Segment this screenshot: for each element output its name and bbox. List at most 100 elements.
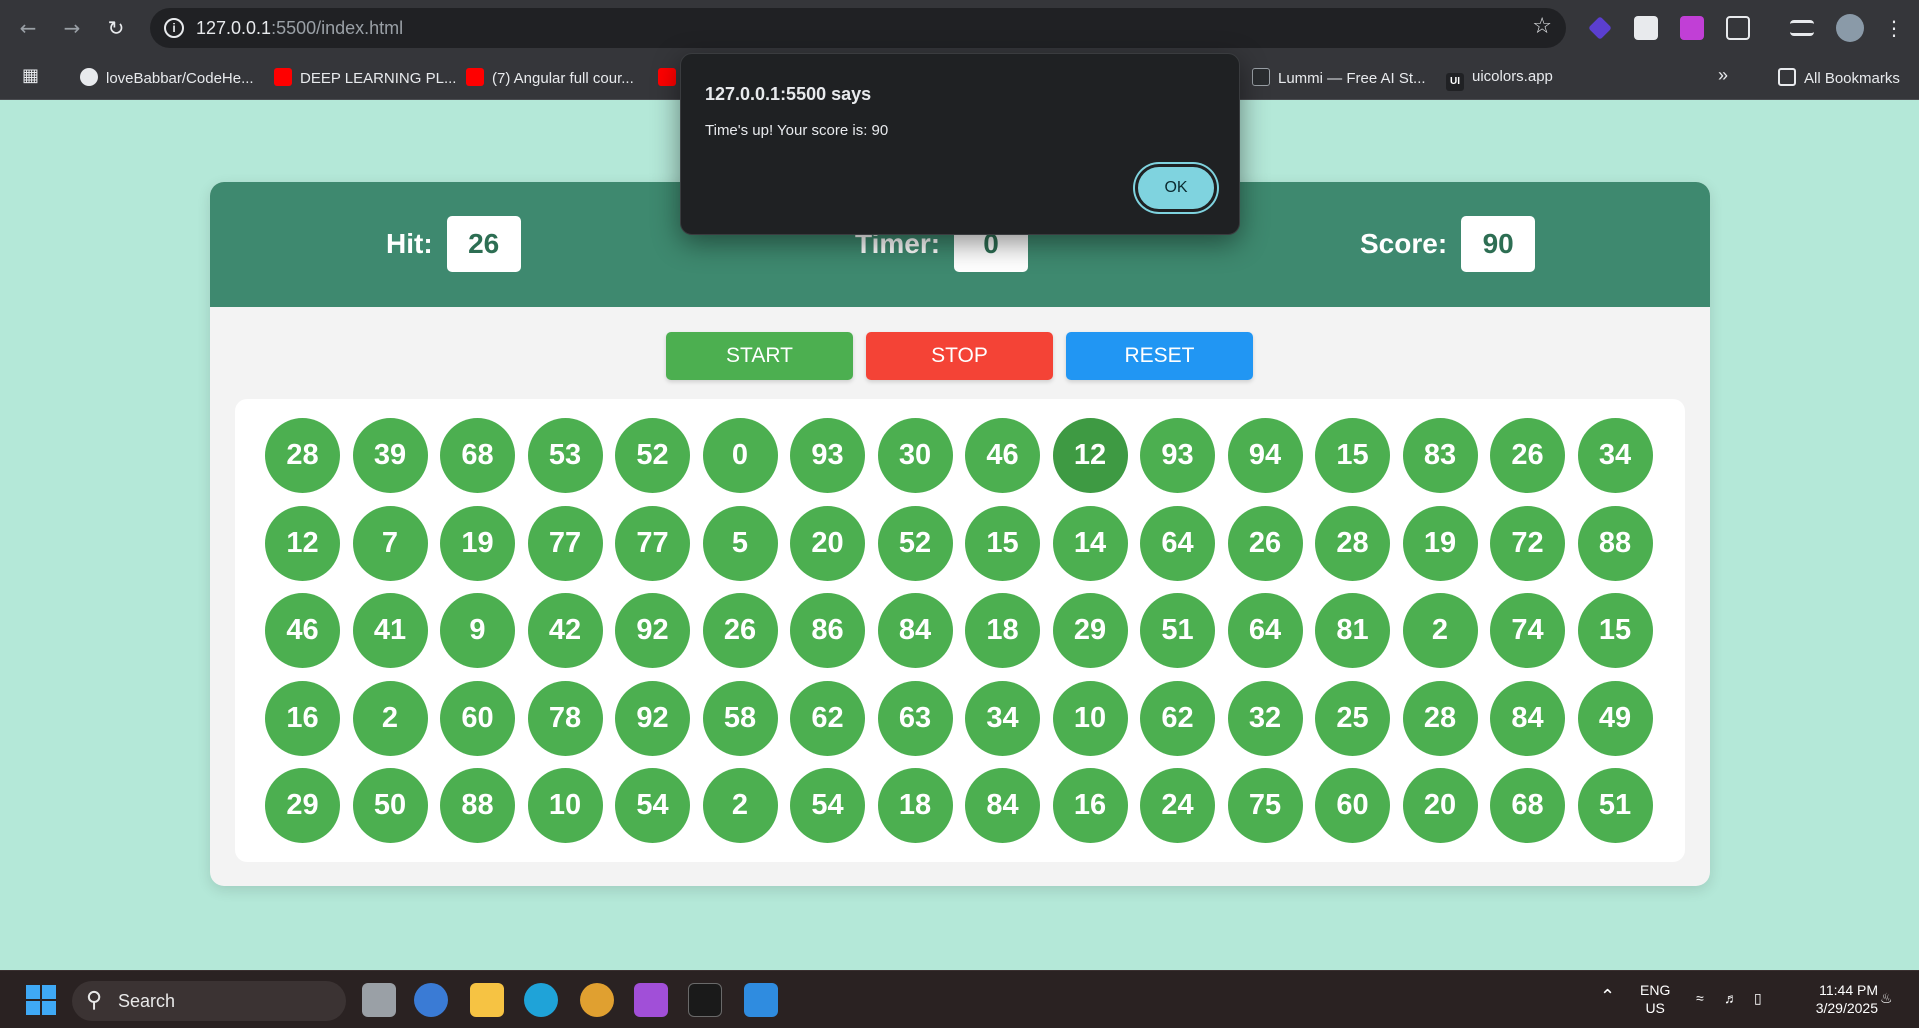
more-bookmarks-icon[interactable]: » (1718, 65, 1728, 86)
address-bar[interactable]: i 127.0.0.1:5500/index.html ☆ (150, 8, 1566, 48)
number-bubble[interactable]: 74 (1490, 593, 1565, 668)
windows-start-icon[interactable] (26, 985, 56, 1015)
bookmark-star-icon[interactable]: ☆ (1532, 14, 1552, 39)
number-bubble[interactable]: 52 (615, 418, 690, 493)
number-bubble[interactable]: 60 (1315, 768, 1390, 843)
number-bubble[interactable]: 63 (877, 680, 953, 756)
number-bubble[interactable]: 15 (1315, 418, 1390, 493)
avatar[interactable] (1836, 14, 1864, 42)
number-bubble[interactable]: 94 (1227, 418, 1303, 493)
number-bubble[interactable]: 34 (1577, 418, 1653, 493)
number-bubble[interactable]: 34 (965, 680, 1040, 756)
number-bubble[interactable]: 60 (440, 680, 515, 756)
extension-icon[interactable] (1680, 16, 1704, 40)
number-bubble[interactable]: 18 (877, 768, 953, 843)
number-bubble[interactable]: 39 (352, 418, 428, 493)
bookmark-item[interactable]: loveBabbar/CodeHe... (80, 68, 254, 87)
copilot-icon[interactable] (414, 983, 448, 1017)
number-bubble[interactable]: 68 (1490, 768, 1565, 843)
number-bubble[interactable]: 78 (527, 680, 603, 756)
number-bubble[interactable]: 92 (615, 680, 690, 756)
number-bubble[interactable]: 2 (702, 768, 778, 843)
reset-button[interactable]: RESET (1066, 332, 1253, 380)
number-bubble[interactable]: 14 (1052, 505, 1128, 581)
number-bubble[interactable]: 51 (1577, 768, 1653, 843)
number-bubble[interactable]: 0 (702, 418, 778, 493)
number-bubble[interactable]: 25 (1315, 680, 1390, 756)
number-bubble[interactable]: 20 (1402, 768, 1478, 843)
number-bubble[interactable]: 26 (1490, 418, 1565, 493)
number-bubble[interactable]: 84 (877, 593, 953, 668)
number-bubble[interactable]: 2 (352, 680, 428, 756)
menu-dots-icon[interactable]: ⋮ (1880, 14, 1908, 42)
extension-icon[interactable] (1588, 16, 1612, 40)
number-bubble[interactable]: 75 (1227, 768, 1303, 843)
number-bubble[interactable]: 9 (440, 593, 515, 668)
number-bubble[interactable]: 15 (1577, 593, 1653, 668)
task-view-icon[interactable] (362, 983, 396, 1017)
battery-icon[interactable]: ▯ (1754, 989, 1762, 1007)
number-bubble[interactable]: 15 (965, 505, 1040, 581)
number-bubble[interactable]: 46 (265, 593, 340, 668)
notification-bell-icon[interactable]: ♨ (1880, 989, 1893, 1007)
number-bubble[interactable]: 19 (440, 505, 515, 581)
number-bubble[interactable]: 16 (1052, 768, 1128, 843)
number-bubble[interactable]: 30 (877, 418, 953, 493)
edge-icon[interactable] (524, 983, 558, 1017)
number-bubble[interactable]: 50 (352, 768, 428, 843)
number-bubble[interactable]: 81 (1315, 593, 1390, 668)
reload-icon[interactable]: ↻ (102, 14, 130, 42)
number-bubble[interactable]: 88 (440, 768, 515, 843)
number-bubble[interactable]: 29 (1052, 593, 1128, 668)
number-bubble[interactable]: 10 (527, 768, 603, 843)
number-bubble[interactable]: 62 (1140, 680, 1215, 756)
number-bubble[interactable]: 19 (1402, 505, 1478, 581)
number-bubble[interactable]: 10 (1052, 680, 1128, 756)
chrome-icon[interactable] (580, 983, 614, 1017)
number-bubble[interactable]: 52 (877, 505, 953, 581)
number-bubble[interactable]: 58 (702, 680, 778, 756)
language-indicator[interactable]: ENG US (1640, 981, 1670, 1017)
volume-icon[interactable]: ♬ (1724, 989, 1738, 1007)
number-bubble[interactable]: 41 (352, 593, 428, 668)
app-icon[interactable] (634, 983, 668, 1017)
number-bubble[interactable]: 20 (790, 505, 865, 581)
number-bubble[interactable]: 93 (1140, 418, 1215, 493)
site-info-icon[interactable]: i (164, 18, 184, 38)
number-bubble[interactable]: 64 (1227, 593, 1303, 668)
number-bubble[interactable]: 5 (702, 505, 778, 581)
number-bubble[interactable]: 68 (440, 418, 515, 493)
taskbar-search[interactable]: ⚲ Search (72, 981, 346, 1021)
chevron-up-icon[interactable]: ⌃ (1600, 987, 1615, 1005)
number-bubble[interactable]: 51 (1140, 593, 1215, 668)
vscode-icon[interactable] (744, 983, 778, 1017)
apps-grid-icon[interactable]: ▦ (22, 65, 39, 86)
start-button[interactable]: START (666, 332, 853, 380)
extension-icon[interactable] (1634, 16, 1658, 40)
number-bubble[interactable]: 12 (1052, 418, 1128, 493)
number-bubble[interactable]: 28 (265, 418, 340, 493)
number-bubble[interactable]: 84 (1490, 680, 1565, 756)
forward-icon[interactable]: → (58, 14, 86, 42)
url-text[interactable]: 127.0.0.1:5500/index.html (196, 18, 403, 39)
bookmark-item[interactable]: Lummi — Free AI St... (1252, 68, 1426, 87)
number-bubble[interactable]: 28 (1315, 505, 1390, 581)
number-bubble[interactable]: 49 (1577, 680, 1653, 756)
number-bubble[interactable]: 28 (1402, 680, 1478, 756)
number-bubble[interactable]: 77 (527, 505, 603, 581)
number-bubble[interactable]: 29 (265, 768, 340, 843)
number-bubble[interactable]: 88 (1577, 505, 1653, 581)
all-bookmarks-button[interactable]: All Bookmarks (1778, 68, 1900, 87)
clock[interactable]: 11:44 PM 3/29/2025 (1800, 981, 1878, 1017)
number-bubble[interactable]: 54 (790, 768, 865, 843)
number-bubble[interactable]: 32 (1227, 680, 1303, 756)
number-bubble[interactable]: 46 (965, 418, 1040, 493)
number-bubble[interactable]: 64 (1140, 505, 1215, 581)
number-bubble[interactable]: 77 (615, 505, 690, 581)
number-bubble[interactable]: 2 (1402, 593, 1478, 668)
number-bubble[interactable]: 62 (790, 680, 865, 756)
number-bubble[interactable]: 84 (965, 768, 1040, 843)
number-bubble[interactable]: 72 (1490, 505, 1565, 581)
number-bubble[interactable]: 83 (1402, 418, 1478, 493)
file-explorer-icon[interactable] (470, 983, 504, 1017)
